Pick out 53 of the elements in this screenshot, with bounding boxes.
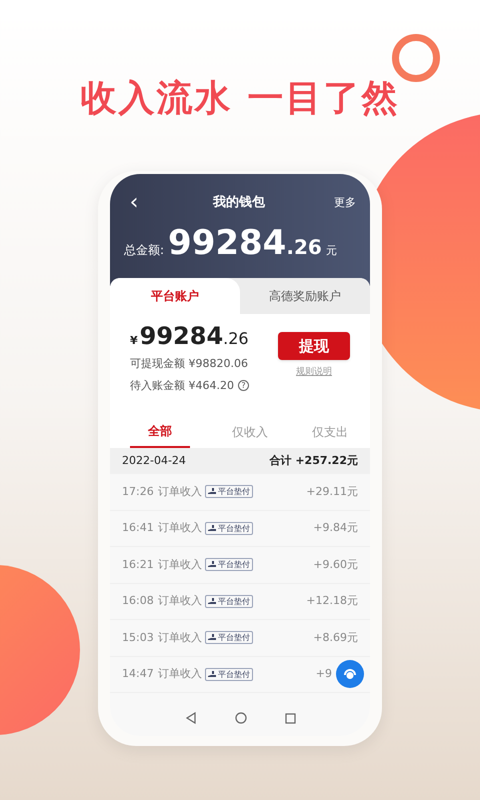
type-label: 订单收入 [158, 666, 202, 682]
unit-label: 元 [326, 243, 337, 259]
amount-label: +8.69元 [313, 630, 358, 646]
withdrawable-amount: 可提现金额 ¥98820.06 [130, 356, 249, 372]
badge: 平台垫付 [205, 594, 253, 608]
hand-icon [208, 670, 217, 678]
type-label: 订单收入 [158, 630, 202, 646]
amount-label: +9 [316, 666, 332, 682]
badge: 平台垫付 [205, 522, 253, 535]
filter-tab[interactable]: 仅支出 [300, 416, 360, 448]
type-label: 订单收入 [158, 520, 202, 536]
balance-amount: ¥99284.26 [130, 324, 250, 348]
time-label: 16:08 [122, 593, 155, 609]
badge: 平台垫付 [205, 485, 253, 498]
badge: 平台垫付 [205, 558, 253, 572]
pending-amount: 待入账金额 ¥464.20 [130, 378, 234, 394]
hand-icon [208, 488, 217, 496]
amount-label: +29.11元 [306, 484, 358, 500]
day-total: 合计 +257.22元 [270, 452, 358, 469]
total-label: 总金额: [124, 242, 164, 259]
time-label: 17:26 [122, 484, 155, 500]
total-amount: 99284.26 [168, 226, 322, 260]
type-label: 订单收入 [158, 593, 202, 609]
time-label: 16:21 [122, 556, 155, 572]
time-label: 15:03 [122, 630, 155, 646]
headline: 收入流水 一目了然 [80, 77, 400, 121]
filter-tab[interactable]: 仅收入 [220, 416, 280, 448]
hand-icon [208, 561, 217, 568]
account-tab[interactable]: 平台账户 [110, 278, 240, 314]
amount-label: +9.84元 [313, 520, 358, 536]
back-button[interactable]: ‹ [124, 192, 144, 214]
time-label: 16:41 [122, 520, 155, 536]
ring-decoration [392, 34, 440, 82]
amount-label: +12.18元 [306, 593, 358, 609]
more-button[interactable]: 更多 [334, 194, 356, 212]
help-icon[interactable]: ? [238, 380, 249, 392]
headset-icon [342, 666, 358, 682]
home-nav-icon[interactable] [234, 712, 246, 724]
amount-label: +9.60元 [313, 556, 358, 572]
time-label: 14:47 [122, 666, 155, 682]
type-label: 订单收入 [158, 556, 202, 572]
hand-icon [208, 598, 217, 605]
page-title: 我的钱包 [213, 194, 265, 212]
hand-icon [208, 524, 217, 532]
type-label: 订单收入 [158, 484, 202, 500]
date-label: 2022-04-24 [122, 452, 186, 469]
badge: 平台垫付 [205, 631, 253, 644]
withdraw-button[interactable]: 提现 [278, 332, 350, 360]
rules-link[interactable]: 规则说明 [296, 366, 332, 380]
recents-nav-icon[interactable] [284, 712, 296, 724]
hand-icon [208, 634, 217, 642]
badge: 平台垫付 [205, 668, 253, 681]
back-nav-icon[interactable] [184, 712, 196, 724]
